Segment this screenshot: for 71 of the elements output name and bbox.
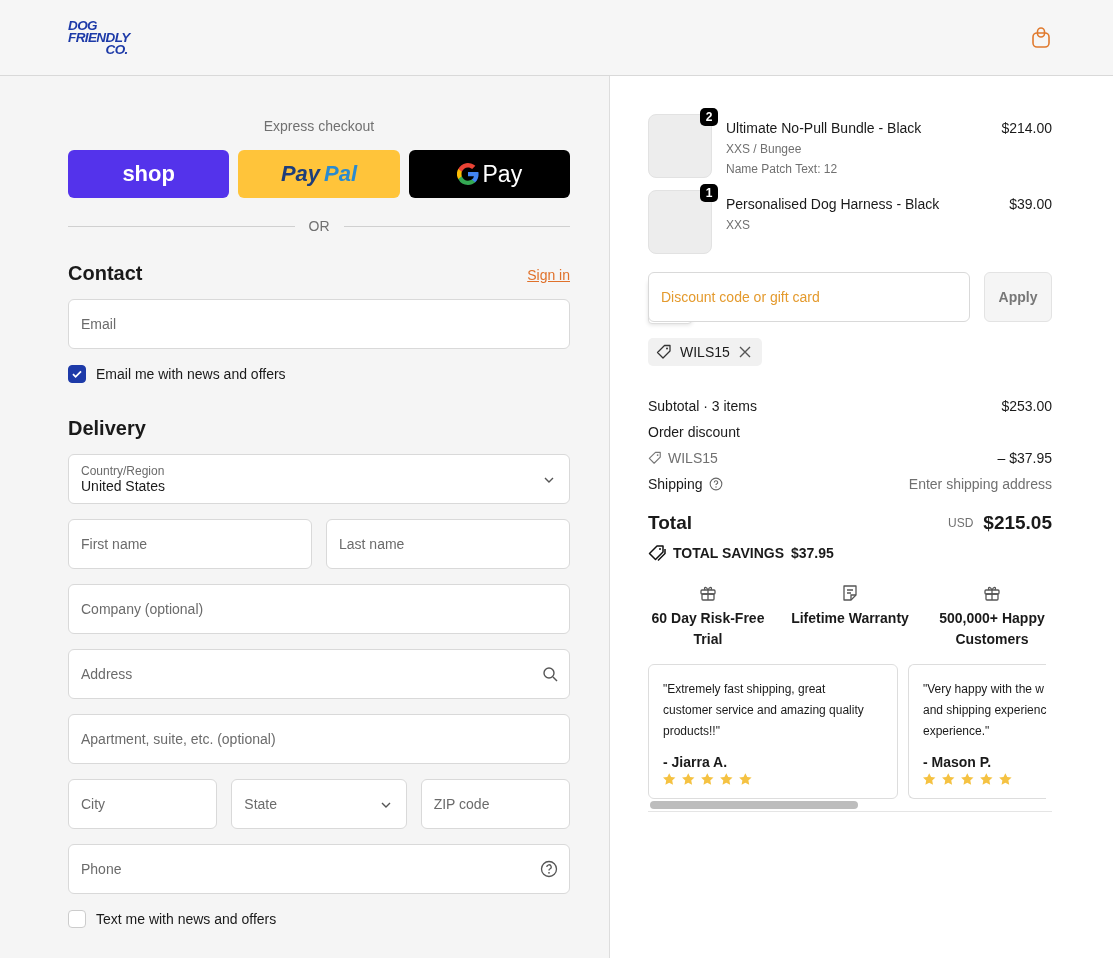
product-photo [648, 114, 712, 178]
delivery-heading: Delivery [68, 417, 147, 440]
shop-pay-button[interactable]: shop [68, 150, 230, 198]
tags-icon [648, 544, 666, 562]
review-author: - Jiarra A. [663, 754, 729, 770]
product-name: Personalised Dog Harness - Black [726, 196, 941, 212]
currency-label: USD [947, 516, 974, 530]
quantity-badge: 1 [700, 184, 718, 202]
perk-label: 60 Day Risk-Free Trial [650, 609, 766, 649]
discount-code: WILS15 [668, 450, 718, 466]
total-savings-value: $37.95 [791, 545, 834, 561]
product-variant: Name Patch Text: 12 [726, 162, 839, 176]
review-quote: "Extremely fast shipping, great customer service and amazing quality products!!" [663, 681, 865, 740]
email-field[interactable]: Email [68, 299, 570, 349]
help-icon[interactable] [708, 477, 723, 491]
shipping-value: Enter shipping address [908, 476, 1052, 492]
tag-icon [648, 451, 662, 465]
product-photo [648, 190, 712, 254]
text-field[interactable]: Last name [326, 519, 570, 569]
review-author: - Mason P. [923, 754, 993, 770]
discount-amount: – $37.95 [997, 450, 1052, 466]
order-discount-label: Order discount [648, 424, 740, 440]
discount-field[interactable]: Discount code or gift card [648, 272, 970, 322]
product-price: $39.00 [1009, 195, 1052, 214]
close-icon[interactable] [737, 345, 752, 359]
tag-icon [656, 344, 672, 360]
state-select[interactable]: State [231, 779, 407, 829]
text-field[interactable]: City [68, 779, 218, 829]
note-icon [841, 584, 859, 602]
review-quote: "Very happy with the w and shipping experienc experience." [923, 681, 1047, 740]
address-field[interactable]: Address [68, 649, 570, 699]
shopping-bag-icon[interactable] [1031, 26, 1051, 49]
g-letter-icon [456, 163, 479, 185]
gift-icon [983, 584, 1001, 602]
text-field[interactable]: Apartment, suite, etc. (optional) [68, 714, 570, 764]
perk-label: 500,000+ Happy Customers [938, 609, 1046, 649]
scrollbar-thumb[interactable] [650, 801, 858, 809]
check-icon [71, 368, 83, 380]
subtotal-value: $253.00 [1001, 398, 1052, 414]
text-field[interactable]: ZIP code [420, 779, 570, 829]
phone-field[interactable]: Phone [68, 844, 570, 894]
contact-heading: Contact [68, 262, 143, 285]
brand-logo[interactable]: DOG FRIENDLY CO. [68, 19, 130, 56]
shipping-label: Shipping [648, 476, 703, 492]
product-price: $214.00 [1001, 119, 1052, 138]
paypal-button[interactable]: Pay Pal [238, 150, 400, 198]
total-label: Total [648, 512, 692, 534]
caret-icon [544, 477, 554, 483]
checkbox[interactable] [68, 365, 86, 383]
caret-icon [380, 802, 391, 808]
google-pay-button[interactable]: Pay [408, 150, 570, 198]
subtotal-label: Subtotal · 3 items [648, 398, 757, 414]
checkbox-label: Text me with news and offers [96, 911, 277, 927]
or-divider-label: OR [308, 218, 330, 234]
total-savings-label: TOTAL SAVINGS [673, 545, 784, 561]
product-variant: XXS [726, 218, 751, 232]
text-field[interactable]: First name [68, 519, 312, 569]
checkbox-label: Email me with news and offers [96, 366, 286, 382]
country-select[interactable]: Country/Region United States [68, 454, 570, 504]
total-value: $215.05 [983, 512, 1052, 534]
perk-label: Lifetime Warranty [791, 609, 909, 628]
product-name: Ultimate No-Pull Bundle - Black [726, 120, 923, 136]
apply-button[interactable]: Apply [984, 272, 1052, 322]
gift-icon [699, 584, 717, 602]
product-variant: XXS / Bungee [726, 142, 803, 156]
search-icon [542, 666, 558, 682]
text-field[interactable]: Company (optional) [68, 584, 570, 634]
quantity-badge: 2 [700, 108, 718, 126]
help-icon[interactable] [540, 860, 558, 878]
express-checkout-label: Express checkout [262, 118, 376, 134]
discount-tag: WILS15 [648, 338, 762, 366]
